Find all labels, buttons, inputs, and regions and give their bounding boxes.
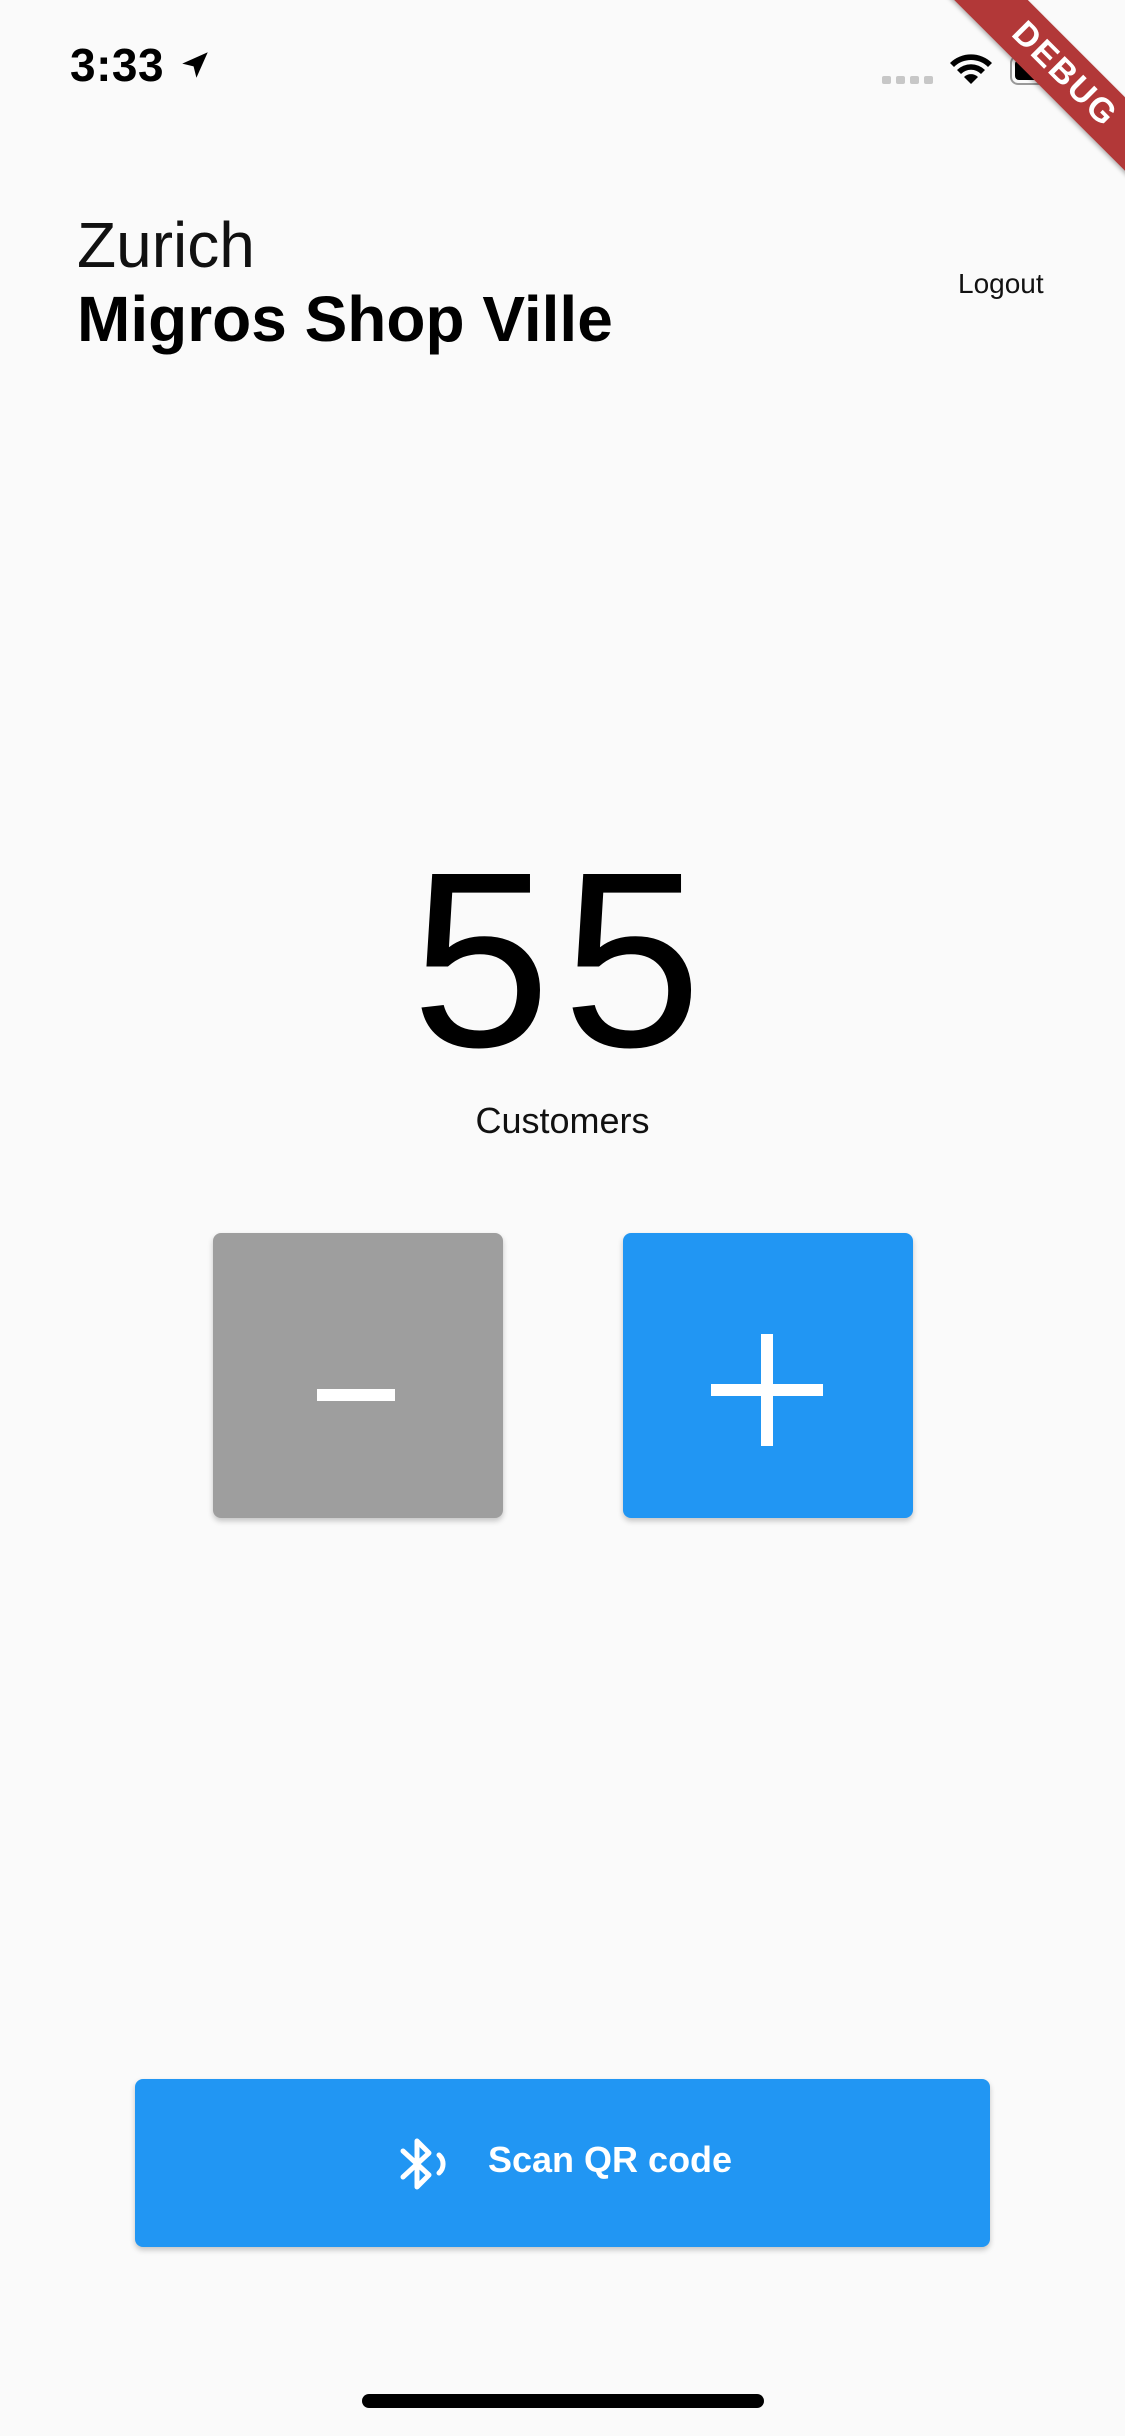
customer-count: 55	[411, 820, 714, 1099]
increment-button[interactable]	[623, 1233, 913, 1518]
battery-icon	[1010, 55, 1075, 85]
decrement-button[interactable]	[213, 1233, 503, 1518]
customer-count-label: Customers	[475, 1100, 650, 1141]
minus-icon	[317, 1389, 395, 1401]
shop-name: Migros Shop Ville	[77, 283, 613, 355]
city-label: Zurich	[77, 209, 255, 281]
location-arrow-icon	[182, 52, 208, 78]
wifi-icon	[950, 54, 992, 84]
cellular-signal-icon	[882, 76, 933, 84]
logout-button[interactable]: Logout	[958, 268, 1044, 300]
scan-qr-label: Scan QR code	[488, 2139, 733, 2180]
home-indicator	[362, 2394, 764, 2408]
bluetooth-audio-icon	[400, 2138, 446, 2190]
status-time: 3:33	[70, 39, 165, 91]
scan-qr-button[interactable]: Scan QR code	[135, 2079, 990, 2247]
status-bar: 3:33	[0, 0, 1125, 135]
